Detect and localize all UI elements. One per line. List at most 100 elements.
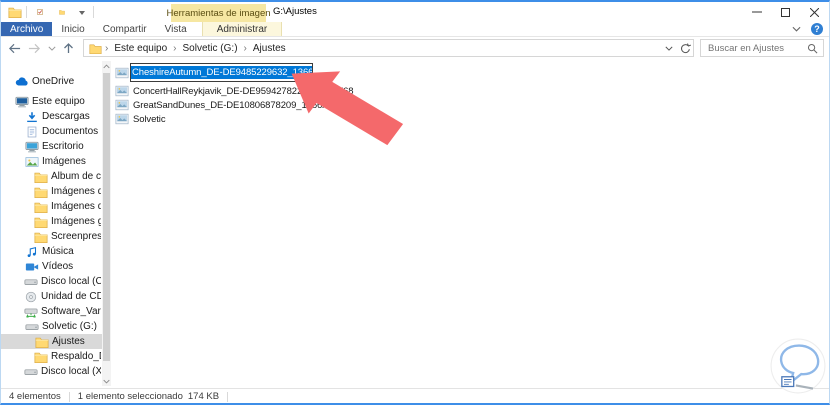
maximize-button[interactable] (771, 2, 800, 22)
scroll-up-icon[interactable] (102, 61, 111, 71)
sidebar-item[interactable]: OneDrive (1, 74, 111, 89)
window-title: G:\Ajustes (273, 6, 317, 17)
items-count-label: 4 elementos (9, 391, 61, 402)
sidebar-item-icon (14, 75, 29, 88)
sidebar-item[interactable]: Software_Varios (1, 304, 111, 319)
breadcrumb-segment[interactable]: › Este equipo (103, 43, 171, 54)
sidebar-item-label: OneDrive (32, 76, 75, 87)
sidebar-item[interactable]: Screenpresso (1, 229, 111, 244)
sidebar-item[interactable]: Descargas (1, 109, 111, 124)
sidebar-item[interactable]: Álbum de cám (1, 169, 111, 184)
sidebar-item-icon (24, 290, 38, 303)
sidebar-item[interactable]: Música (1, 244, 111, 259)
sidebar-item-label: Este equipo (32, 96, 85, 107)
image-file-icon (114, 85, 129, 98)
recent-locations-dropdown[interactable] (46, 40, 57, 57)
refresh-button[interactable] (677, 40, 693, 57)
up-button[interactable] (60, 40, 77, 57)
file-row[interactable]: GreatSandDunes_DE-DE10806878209_1366x768 (111, 98, 829, 112)
close-button[interactable] (800, 2, 829, 22)
ribbon-tab[interactable]: Archivo (1, 22, 53, 36)
sidebar-item-icon (24, 260, 39, 273)
qat-properties-button[interactable] (31, 2, 49, 22)
search-box (700, 39, 824, 57)
sidebar-item[interactable]: Vídeos (1, 259, 111, 274)
qat-separator (26, 6, 27, 18)
sidebar-item[interactable]: Documentos (1, 124, 111, 139)
sidebar-item[interactable]: Imágenes de W (1, 199, 111, 214)
quick-access-toolbar (1, 2, 94, 22)
sidebar-item-icon (24, 320, 39, 333)
qat-separator (93, 6, 94, 18)
search-input[interactable] (706, 41, 807, 55)
back-button[interactable] (6, 40, 23, 57)
breadcrumb-label: Solvetic (G:) (182, 42, 238, 54)
sidebar-item[interactable]: Solvetic (G:) (1, 319, 111, 334)
ribbon-tab[interactable]: Vista (156, 22, 196, 36)
sidebar-item[interactable]: Imágenes (1, 154, 111, 169)
navigation-pane: OneDrive Este equipo Descargas Documento… (1, 59, 111, 388)
contextual-tool-label: Herramientas de imagen (166, 4, 271, 22)
sidebar-item-icon (34, 200, 48, 213)
sidebar-item-icon (24, 275, 38, 288)
dropdown-arrow-icon (79, 11, 85, 15)
ribbon-tab-row: Archivo Inicio Compartir Vista Administrar ? (1, 22, 829, 37)
breadcrumb-segment[interactable]: › Solvetic (G:) (171, 43, 241, 54)
sidebar-item[interactable]: Unidad de CD (D (1, 289, 111, 304)
window-controls (742, 2, 829, 22)
breadcrumb-separator-icon: › (243, 42, 247, 54)
file-row[interactable]: ConcertHallReykjavik_DE-DE9594278223_136… (111, 84, 829, 98)
breadcrumb-segment[interactable]: › Ajustes (242, 43, 290, 54)
ribbon-tab-label: Archivo (10, 23, 44, 35)
file-name-label: ConcertHallReykjavik_DE-DE9594278223_136… (133, 85, 354, 97)
minimize-button[interactable] (742, 2, 771, 22)
qat-customize-dropdown[interactable] (75, 2, 89, 22)
sidebar-item-label: Música (42, 246, 74, 257)
sidebar-item-label: Screenpresso (51, 231, 101, 242)
ribbon-tab-label: Administrar (216, 23, 268, 35)
ribbon-collapse-button[interactable] (790, 23, 802, 35)
status-bar: 4 elementos 1 elemento seleccionado 174 … (1, 388, 829, 403)
explorer-body: OneDrive Este equipo Descargas Documento… (1, 59, 829, 394)
ribbon-tab[interactable]: Inicio (52, 22, 93, 36)
rename-selected-text: CheshireAutumn_DE-DE9485229632_1366x768 (131, 66, 312, 79)
sidebar-item-label: Solvetic (G:) (42, 321, 98, 332)
forward-button[interactable] (26, 40, 43, 57)
selection-size-label: 174 KB (187, 391, 220, 402)
sidebar-item[interactable]: Respaldo_Drive (1, 349, 111, 364)
rename-input[interactable]: CheshireAutumn_DE-DE9485229632_1366x768 (130, 63, 313, 82)
sidebar-item[interactable]: Escritorio (1, 139, 111, 154)
sidebar-item-icon (24, 155, 39, 168)
file-row[interactable]: Solvetic (111, 112, 829, 126)
ribbon-tab-label: Inicio (61, 23, 85, 35)
ribbon-tab-label: Compartir (102, 23, 147, 35)
address-bar[interactable]: › Este equipo › Solvetic (G:) › Ajustes (83, 39, 694, 57)
sidebar-item[interactable]: Imágenes de B (1, 184, 111, 199)
status-separator (227, 391, 229, 402)
sidebar-item[interactable]: Este equipo (1, 94, 111, 109)
sidebar-item-label: Unidad de CD (D (41, 291, 101, 302)
sidebar-item-icon (34, 185, 48, 198)
sidebar-item-icon (24, 245, 39, 258)
sidebar-item[interactable]: Disco local (X:) (1, 364, 111, 379)
sidebar-item-label: Vídeos (42, 261, 74, 272)
scrollbar-thumb[interactable] (103, 73, 110, 361)
image-file-icon (114, 113, 129, 126)
sidebar-item-label: Álbum de cám (51, 171, 101, 182)
scroll-down-icon[interactable] (102, 376, 111, 386)
sidebar-item-label: Disco local (X:) (41, 366, 101, 377)
sidebar-item[interactable]: Ajustes (1, 334, 111, 349)
status-separator (68, 391, 70, 402)
sidebar-item-icon (14, 95, 29, 108)
breadcrumb-label: Este equipo (114, 42, 168, 54)
ribbon-tab[interactable]: Administrar (201, 22, 283, 36)
sidebar-item[interactable]: Disco local (C:) (1, 274, 111, 289)
sidebar-item-label: Imágenes (42, 156, 86, 167)
ribbon-tab[interactable]: Compartir (94, 22, 156, 36)
sidebar-scrollbar[interactable] (102, 61, 111, 386)
sidebar-item[interactable]: Imágenes guar (1, 214, 111, 229)
help-icon[interactable]: ? (811, 23, 823, 35)
file-list: CheshireAutumn_DE-DE9485229632_1366x768 … (111, 63, 829, 126)
qat-new-folder-button[interactable] (53, 2, 71, 22)
address-dropdown-button[interactable] (661, 40, 677, 57)
